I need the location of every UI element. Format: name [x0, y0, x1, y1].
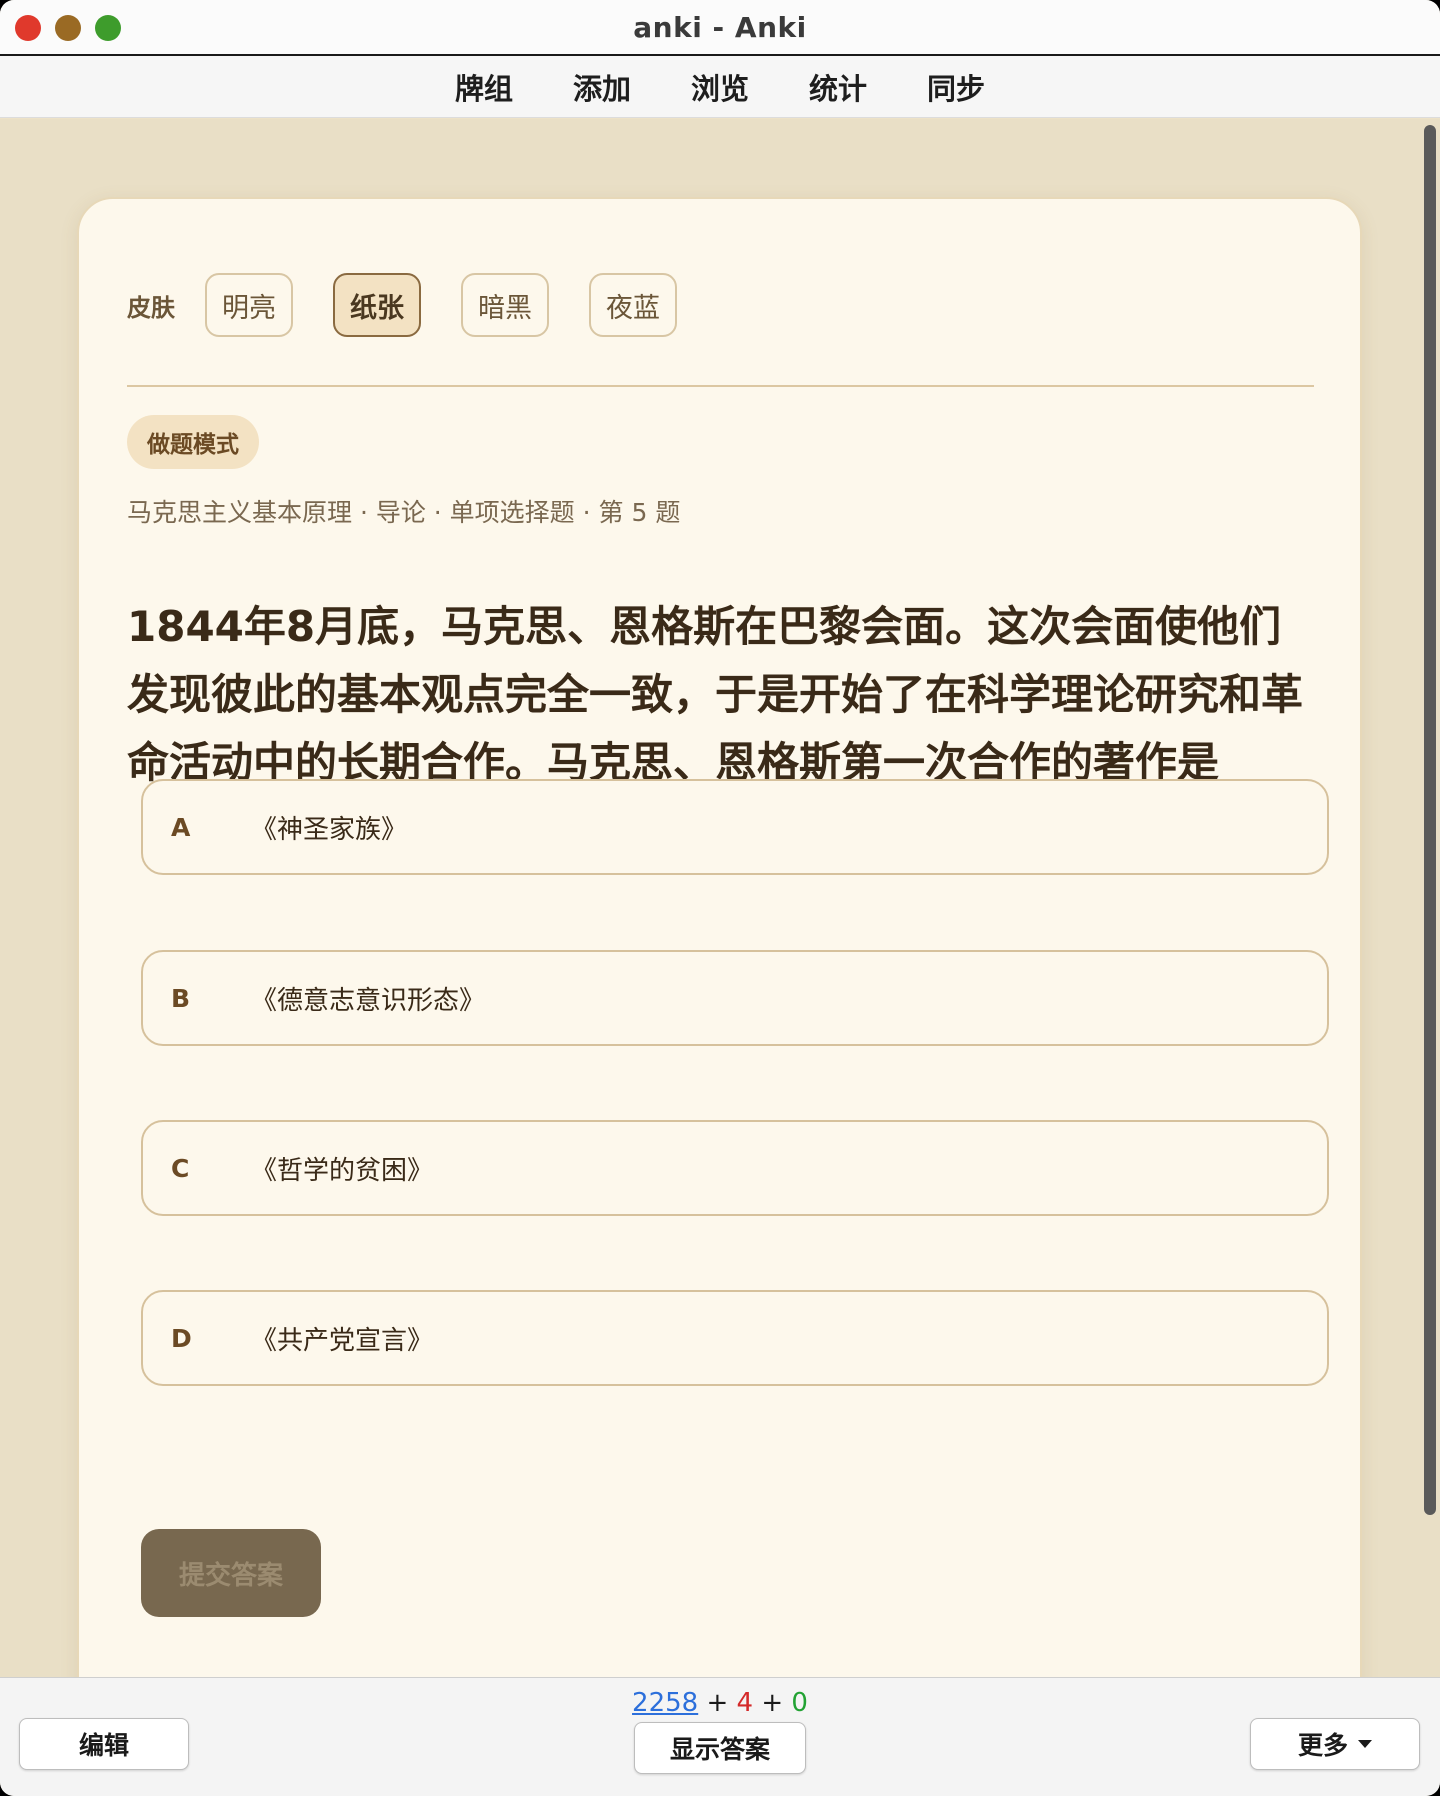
skin-bright-button[interactable]: 明亮 [205, 273, 293, 337]
menu-add[interactable]: 添加 [571, 66, 633, 108]
review-content-area: 皮肤 明亮 纸张 暗黑 夜蓝 做题模式 马克思主义基本原理 · 导论 · 单项选… [0, 119, 1440, 1677]
skin-night-blue-button[interactable]: 夜蓝 [589, 273, 677, 337]
option-text: 《德意志意识形态》 [251, 985, 486, 1016]
anki-window: anki - Anki 牌组 添加 浏览 统计 同步 皮肤 明亮 纸张 暗黑 夜… [0, 0, 1440, 1796]
option-letter: C [171, 1153, 190, 1183]
skin-paper-button[interactable]: 纸张 [333, 273, 421, 337]
menu-browse[interactable]: 浏览 [689, 66, 751, 108]
option-b[interactable]: B 《德意志意识形态》 [141, 950, 1329, 1046]
option-a[interactable]: A 《神圣家族》 [141, 779, 1329, 875]
mode-badge: 做题模式 [127, 415, 259, 469]
skin-dark-button[interactable]: 暗黑 [461, 273, 549, 337]
menu-decks[interactable]: 牌组 [453, 66, 515, 108]
review-count: 0 [791, 1688, 808, 1718]
option-letter: B [171, 983, 191, 1013]
top-menu-bar: 牌组 添加 浏览 统计 同步 [0, 56, 1440, 118]
bottom-bar: 2258 + 4 + 0 编辑 显示答案 更多 [0, 1677, 1440, 1796]
skin-selector: 皮肤 明亮 纸张 暗黑 夜蓝 [127, 273, 717, 337]
show-answer-button[interactable]: 显示答案 [634, 1722, 806, 1774]
option-text: 《共产党宣言》 [251, 1325, 434, 1356]
submit-answer-button[interactable]: 提交答案 [141, 1529, 321, 1617]
option-text: 《哲学的贫困》 [251, 1155, 434, 1186]
count-separator: + [761, 1688, 784, 1718]
option-text: 《神圣家族》 [251, 814, 408, 845]
learning-count: 4 [736, 1688, 754, 1718]
more-button[interactable]: 更多 [1250, 1718, 1420, 1770]
option-letter: A [171, 812, 191, 842]
new-count[interactable]: 2258 [632, 1688, 698, 1718]
caret-down-icon [1358, 1740, 1372, 1748]
minimize-window-button[interactable] [55, 15, 81, 41]
more-label: 更多 [1297, 1731, 1348, 1760]
option-c[interactable]: C 《哲学的贫困》 [141, 1120, 1329, 1216]
edit-button[interactable]: 编辑 [19, 1718, 189, 1770]
question-breadcrumb: 马克思主义基本原理 · 导论 · 单项选择题 · 第 5 题 [127, 498, 681, 527]
count-separator: + [706, 1688, 729, 1718]
menu-sync[interactable]: 同步 [925, 66, 987, 108]
close-window-button[interactable] [15, 15, 41, 41]
question-text: 1844年8月底，马克思、恩格斯在巴黎会面。这次会面使他们发现彼此的基本观点完全… [127, 602, 1304, 787]
option-d[interactable]: D 《共产党宣言》 [141, 1290, 1329, 1386]
maximize-window-button[interactable] [95, 15, 121, 41]
content-scrollbar[interactable] [1424, 125, 1436, 1515]
skin-label: 皮肤 [127, 293, 175, 322]
card-counts: 2258 + 4 + 0 [0, 1688, 1440, 1718]
divider [127, 385, 1314, 387]
menu-stats[interactable]: 统计 [807, 66, 869, 108]
title-bar: anki - Anki [0, 0, 1440, 56]
window-title: anki - Anki [633, 10, 807, 44]
option-letter: D [171, 1323, 192, 1353]
question-card: 皮肤 明亮 纸张 暗黑 夜蓝 做题模式 马克思主义基本原理 · 导论 · 单项选… [77, 197, 1362, 1677]
